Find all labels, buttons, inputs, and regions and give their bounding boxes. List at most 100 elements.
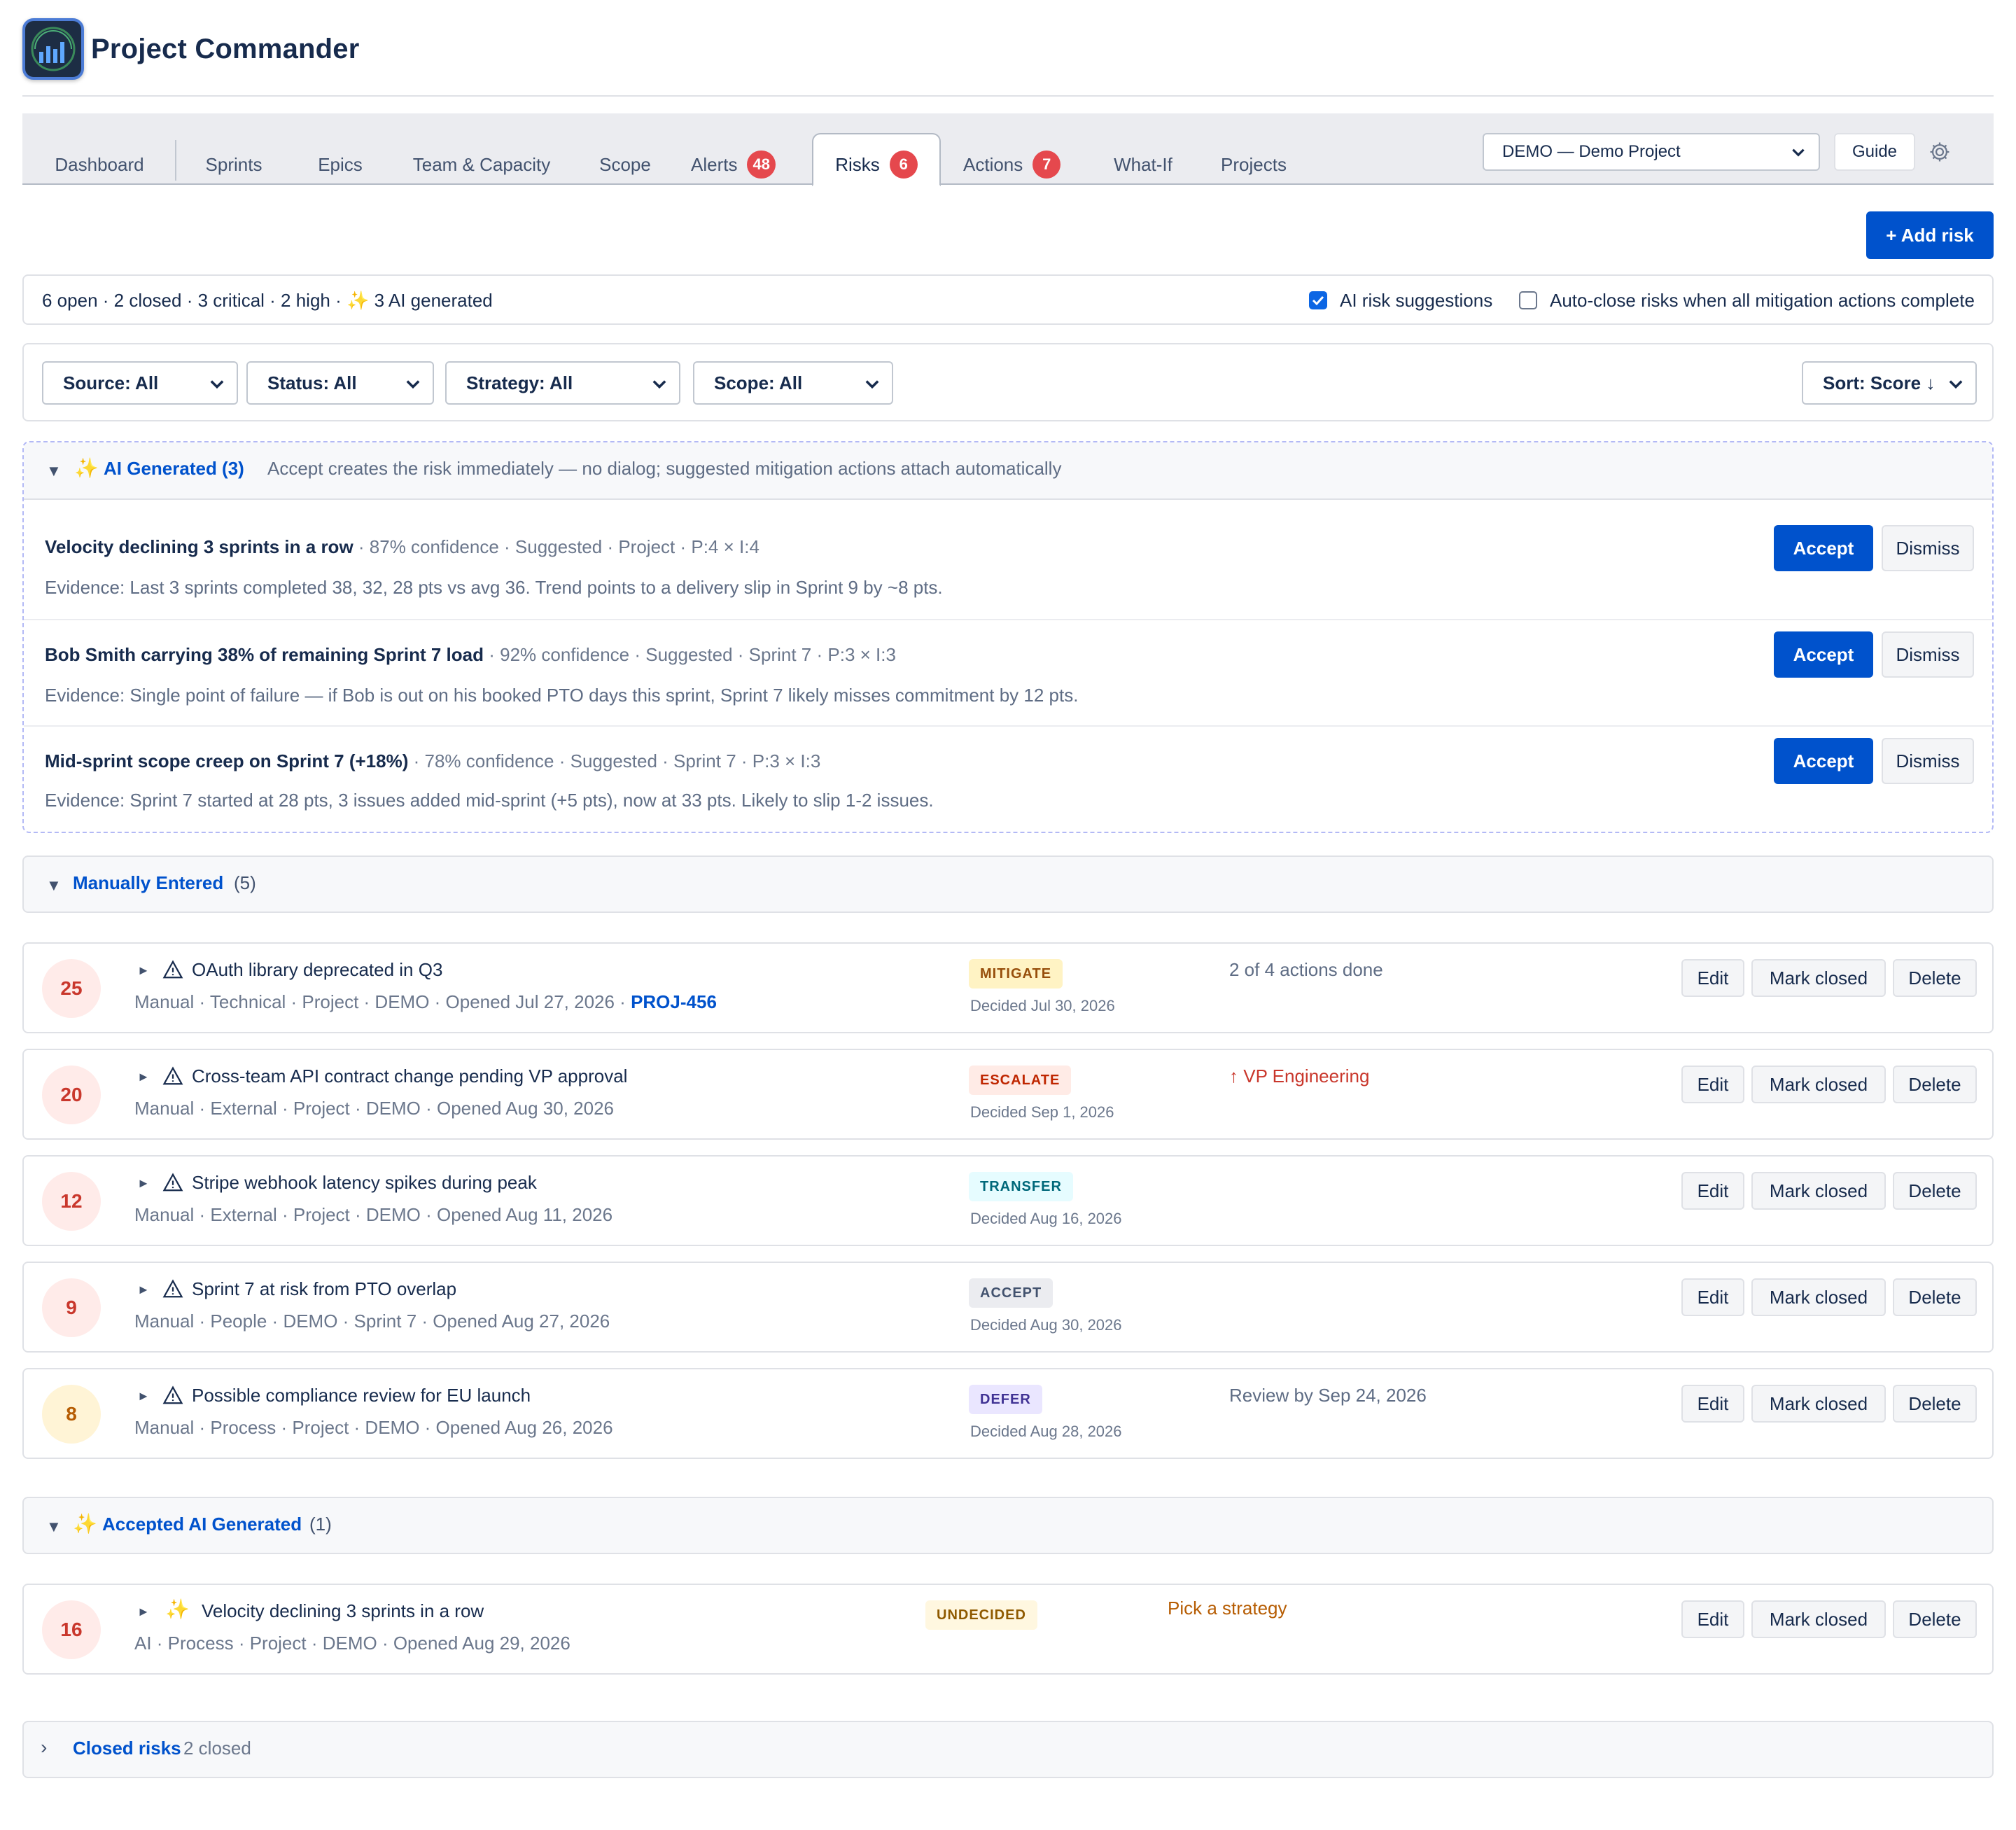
alerts-count-badge: 48 <box>747 151 776 179</box>
edit-button[interactable]: Edit <box>1681 1385 1744 1423</box>
risks-count-badge: 6 <box>889 151 918 179</box>
tab-dashboard[interactable]: Dashboard <box>43 134 155 185</box>
tab-risks[interactable]: Risks 6 <box>812 133 941 186</box>
risk-title: Stripe webhook latency spikes during pea… <box>192 1172 537 1193</box>
edit-button[interactable]: Edit <box>1681 959 1744 997</box>
mark-closed-button[interactable]: Mark closed <box>1751 1278 1886 1316</box>
escalation-target: ↑ VP Engineering <box>1229 1066 1370 1087</box>
tab-team-capacity[interactable]: Team & Capacity <box>407 134 556 185</box>
tab-scope[interactable]: Scope <box>594 134 657 185</box>
tab-epics[interactable]: Epics <box>312 134 368 185</box>
filter-bar: Source: All Status: All Strategy: All Sc… <box>22 343 1994 421</box>
accept-button[interactable]: Accept <box>1774 631 1873 678</box>
ai-suggestions-checkbox[interactable] <box>1309 291 1327 309</box>
expand-triangle-icon[interactable]: ► <box>137 1389 150 1404</box>
tab-alerts[interactable]: Alerts 48 <box>691 134 817 185</box>
closed-risks-title: Closed risks <box>73 1738 181 1759</box>
risk-meta: Manual · Process · Project · DEMO · Open… <box>134 1417 613 1438</box>
manually-entered-title: Manually Entered <box>73 872 224 893</box>
auto-close-checkbox[interactable] <box>1519 291 1537 309</box>
decided-date: Decided Aug 28, 2026 <box>970 1423 1122 1440</box>
review-date: Review by Sep 24, 2026 <box>1229 1385 1427 1406</box>
mark-closed-button[interactable]: Mark closed <box>1751 1066 1886 1103</box>
mark-closed-button[interactable]: Mark closed <box>1751 1385 1886 1423</box>
tab-sprints[interactable]: Sprints <box>197 134 270 185</box>
delete-button[interactable]: Delete <box>1893 1385 1977 1423</box>
ai-generated-section: ▼ ✨ AI Generated (3) Accept creates the … <box>22 441 1994 833</box>
delete-button[interactable]: Delete <box>1893 1066 1977 1103</box>
collapse-triangle-icon: ▼ <box>46 876 62 894</box>
ai-generated-header[interactable]: ▼ ✨ AI Generated (3) Accept creates the … <box>24 442 1992 500</box>
pick-strategy-prompt[interactable]: Pick a strategy <box>1168 1598 1287 1619</box>
issue-link[interactable]: PROJ-456 <box>631 991 717 1012</box>
expand-triangle-icon[interactable]: ► <box>137 963 150 978</box>
ai-suggestion-item: Bob Smith carrying 38% of remaining Spri… <box>24 620 1992 725</box>
collapse-triangle-icon: ▼ <box>46 462 62 480</box>
risk-title: OAuth library deprecated in Q3 <box>192 959 443 980</box>
risk-title: Cross-team API contract change pending V… <box>192 1066 628 1087</box>
risk-score: 16 <box>42 1600 101 1659</box>
delete-button[interactable]: Delete <box>1893 1172 1977 1210</box>
dismiss-button[interactable]: Dismiss <box>1882 631 1974 678</box>
accept-button[interactable]: Accept <box>1774 525 1873 571</box>
expand-triangle-icon[interactable]: ► <box>137 1070 150 1084</box>
accepted-ai-title: Accepted AI Generated <box>102 1514 302 1535</box>
edit-button[interactable]: Edit <box>1681 1600 1744 1638</box>
mark-closed-button[interactable]: Mark closed <box>1751 1600 1886 1638</box>
strategy-badge: MITIGATE <box>969 959 1063 989</box>
manually-entered-header[interactable]: ▼ Manually Entered (5) <box>22 855 1994 913</box>
mark-closed-button[interactable]: Mark closed <box>1751 1172 1886 1210</box>
tab-what-if[interactable]: What-If <box>1107 134 1179 185</box>
strategy-badge: UNDECIDED <box>925 1600 1037 1630</box>
accept-button[interactable]: Accept <box>1774 738 1873 784</box>
dismiss-button[interactable]: Dismiss <box>1882 525 1974 571</box>
risk-score: 12 <box>42 1172 101 1231</box>
gear-icon[interactable] <box>1928 140 1952 164</box>
edit-button[interactable]: Edit <box>1681 1066 1744 1103</box>
manually-entered-count: (5) <box>234 872 256 893</box>
sort-select[interactable]: Sort: Score ↓ <box>1802 361 1977 405</box>
risk-card: 16 ► ✨ Velocity declining 3 sprints in a… <box>22 1584 1994 1675</box>
delete-button[interactable]: Delete <box>1893 959 1977 997</box>
risk-meta: Manual · Technical · Project · DEMO · Op… <box>134 991 717 1012</box>
ai-generated-title: AI Generated (3) <box>104 458 244 479</box>
strategy-badge: TRANSFER <box>969 1172 1073 1201</box>
expand-triangle-icon[interactable]: ► <box>137 1283 150 1297</box>
risk-score: 9 <box>42 1278 101 1337</box>
risk-card: 12 ► Stripe webhook latency spikes durin… <box>22 1155 1994 1246</box>
risk-stats: 6 open · 2 closed · 3 critical · 2 high … <box>42 290 493 311</box>
mark-closed-button[interactable]: Mark closed <box>1751 959 1886 997</box>
closed-risks-header[interactable]: › Closed risks 2 closed <box>22 1721 1994 1778</box>
dismiss-button[interactable]: Dismiss <box>1882 738 1974 784</box>
expand-triangle-icon[interactable]: ► <box>137 1176 150 1191</box>
scope-filter-select[interactable]: Scope: All <box>693 361 893 405</box>
edit-button[interactable]: Edit <box>1681 1172 1744 1210</box>
tab-projects[interactable]: Projects <box>1212 134 1295 185</box>
decided-date: Decided Jul 30, 2026 <box>970 997 1115 1014</box>
risk-summary-bar: 6 open · 2 closed · 3 critical · 2 high … <box>22 274 1994 325</box>
warning-icon <box>162 1173 183 1192</box>
status-filter-select[interactable]: Status: All <box>246 361 434 405</box>
suggestion-meta: · 78% confidence · Suggested · Sprint 7 … <box>408 750 821 771</box>
project-select[interactable]: DEMO — Demo Project <box>1483 133 1820 171</box>
chevron-down-icon <box>406 380 420 389</box>
chevron-right-icon: › <box>41 1736 48 1758</box>
edit-button[interactable]: Edit <box>1681 1278 1744 1316</box>
strategy-badge: DEFER <box>969 1385 1042 1414</box>
chevron-down-icon <box>865 380 879 389</box>
source-filter-select[interactable]: Source: All <box>42 361 238 405</box>
tab-actions[interactable]: Actions 7 <box>963 134 1089 185</box>
delete-button[interactable]: Delete <box>1893 1278 1977 1316</box>
delete-button[interactable]: Delete <box>1893 1600 1977 1638</box>
risk-meta: AI · Process · Project · DEMO · Opened A… <box>134 1633 570 1654</box>
add-risk-button[interactable]: + Add risk <box>1866 211 1994 259</box>
strategy-filter-select[interactable]: Strategy: All <box>445 361 680 405</box>
risk-score: 20 <box>42 1066 101 1124</box>
accepted-ai-header[interactable]: ▼ ✨ Accepted AI Generated (1) <box>22 1497 1994 1554</box>
guide-button[interactable]: Guide <box>1834 133 1915 171</box>
warning-icon <box>162 1279 183 1298</box>
expand-triangle-icon[interactable]: ► <box>137 1605 150 1619</box>
ai-suggestions-label: AI risk suggestions <box>1340 290 1493 311</box>
risk-card: 8 ► Possible compliance review for EU la… <box>22 1368 1994 1459</box>
app-header: Project Commander <box>22 17 1994 97</box>
